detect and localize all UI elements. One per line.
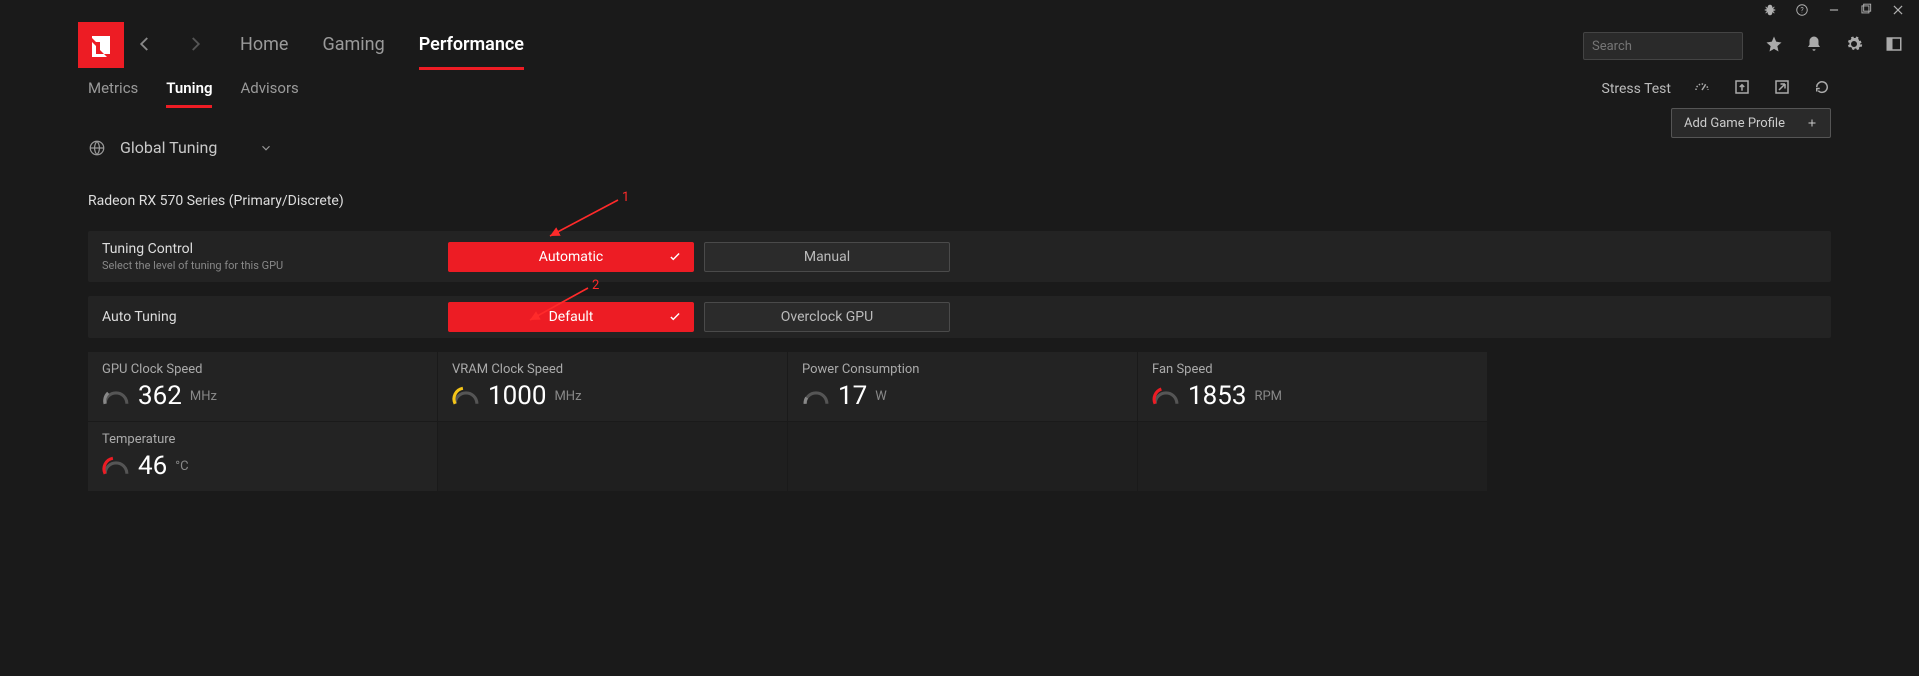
tab-tuning[interactable]: Tuning xyxy=(166,71,212,108)
default-label: Default xyxy=(549,309,594,325)
auto-overclock-button[interactable]: Overclock GPU xyxy=(704,302,950,332)
nav-forward-icon[interactable] xyxy=(186,35,204,57)
stress-test-label[interactable]: Stress Test xyxy=(1602,81,1672,97)
temp-label: Temperature xyxy=(102,432,423,447)
nav-gaming[interactable]: Gaming xyxy=(322,22,384,70)
help-icon[interactable]: ? xyxy=(1795,2,1809,21)
temp-unit: °C xyxy=(175,459,188,474)
fan-label: Fan Speed xyxy=(1152,362,1473,377)
metrics-row-2: Temperature 46 °C xyxy=(88,421,1831,491)
global-tuning-dropdown[interactable]: Global Tuning xyxy=(120,138,217,157)
window-chrome: ? xyxy=(0,0,1919,22)
auto-tuning-row: Auto Tuning Default Overclock GPU xyxy=(88,296,1831,338)
reset-icon[interactable] xyxy=(1813,78,1831,100)
check-icon xyxy=(668,250,682,264)
add-profile-label: Add Game Profile xyxy=(1684,116,1785,131)
gpu-clock-label: GPU Clock Speed xyxy=(102,362,423,377)
fan-value: 1853 xyxy=(1188,381,1246,411)
tab-metrics[interactable]: Metrics xyxy=(88,71,138,108)
gear-icon[interactable] xyxy=(1845,35,1863,57)
gauge-icon xyxy=(802,382,830,410)
bug-icon[interactable] xyxy=(1763,2,1777,21)
tuning-control-title: Tuning Control xyxy=(102,241,424,257)
tuning-control-subtitle: Select the level of tuning for this GPU xyxy=(102,259,424,272)
export-icon[interactable] xyxy=(1733,78,1751,100)
nav-home[interactable]: Home xyxy=(240,22,288,70)
tuning-manual-button[interactable]: Manual xyxy=(704,242,950,272)
fan-unit: RPM xyxy=(1254,389,1282,404)
empty-cell xyxy=(1138,421,1488,491)
vram-clock-unit: MHz xyxy=(554,389,581,404)
app-header: Home Gaming Performance xyxy=(0,22,1919,70)
empty-cell xyxy=(438,421,788,491)
search-field[interactable] xyxy=(1592,39,1758,54)
gauge-icon xyxy=(1152,382,1180,410)
svg-text:?: ? xyxy=(1800,6,1804,14)
gpu-name: Radeon RX 570 Series (Primary/Discrete) xyxy=(88,193,1831,209)
metrics-row-1: GPU Clock Speed 362 MHz VRAM Clock Speed… xyxy=(88,352,1831,421)
power-unit: W xyxy=(875,389,887,404)
content-area: Global Tuning Add Game Profile Radeon RX… xyxy=(0,108,1919,491)
nav-performance[interactable]: Performance xyxy=(419,22,524,70)
metric-gpu-clock: GPU Clock Speed 362 MHz xyxy=(88,352,438,421)
metric-vram-clock: VRAM Clock Speed 1000 MHz xyxy=(438,352,788,421)
panel-icon[interactable] xyxy=(1885,35,1903,57)
tab-advisors[interactable]: Advisors xyxy=(240,71,298,108)
auto-default-button[interactable]: Default xyxy=(448,302,694,332)
check-icon xyxy=(668,310,682,324)
add-game-profile-button[interactable]: Add Game Profile xyxy=(1671,108,1831,138)
chevron-down-icon[interactable] xyxy=(259,141,273,155)
gpu-clock-unit: MHz xyxy=(190,389,217,404)
metric-fan: Fan Speed 1853 RPM xyxy=(1138,352,1488,421)
globe-icon xyxy=(88,139,106,157)
gauge-icon xyxy=(102,382,130,410)
vram-clock-value: 1000 xyxy=(488,381,546,411)
share-icon[interactable] xyxy=(1773,78,1791,100)
power-label: Power Consumption xyxy=(802,362,1123,377)
power-value: 17 xyxy=(838,381,867,411)
bell-icon[interactable] xyxy=(1805,35,1823,57)
close-icon[interactable] xyxy=(1891,2,1905,21)
gpu-clock-value: 362 xyxy=(138,381,182,411)
plus-icon xyxy=(1806,117,1818,129)
favorite-icon[interactable] xyxy=(1765,35,1783,57)
gauge-icon[interactable] xyxy=(1693,78,1711,100)
metric-power: Power Consumption 17 W xyxy=(788,352,1138,421)
gauge-icon xyxy=(102,452,130,480)
search-input[interactable] xyxy=(1583,32,1743,60)
minimize-icon[interactable] xyxy=(1827,2,1841,21)
amd-logo[interactable] xyxy=(78,22,124,68)
auto-tuning-title: Auto Tuning xyxy=(102,309,424,325)
tuning-automatic-button[interactable]: Automatic xyxy=(448,242,694,272)
temp-value: 46 xyxy=(138,451,167,481)
metric-temperature: Temperature 46 °C xyxy=(88,421,438,491)
sub-header: Metrics Tuning Advisors Stress Test xyxy=(0,70,1919,108)
empty-cell xyxy=(788,421,1138,491)
vram-clock-label: VRAM Clock Speed xyxy=(452,362,773,377)
maximize-icon[interactable] xyxy=(1859,2,1873,21)
nav-back-icon[interactable] xyxy=(136,35,154,57)
gauge-icon xyxy=(452,382,480,410)
tuning-control-row: Tuning Control Select the level of tunin… xyxy=(88,231,1831,282)
automatic-label: Automatic xyxy=(539,249,603,265)
